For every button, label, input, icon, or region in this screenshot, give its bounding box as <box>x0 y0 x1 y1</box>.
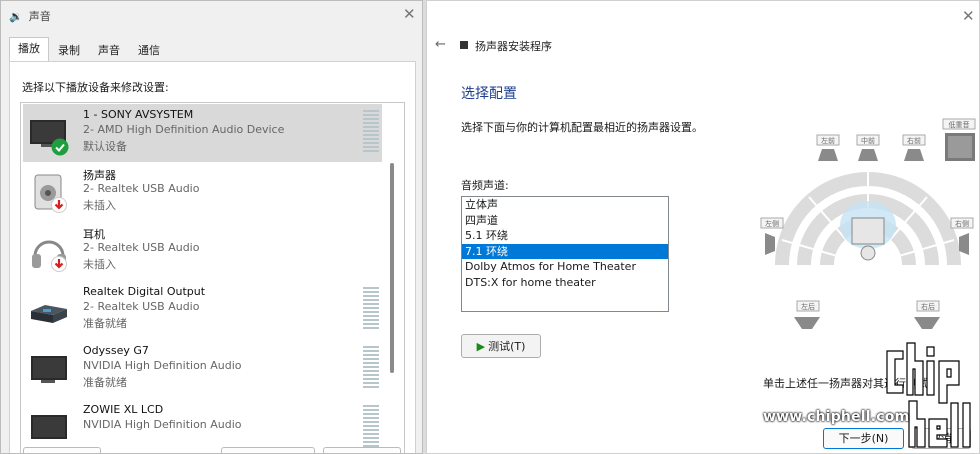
channel-listbox[interactable]: 立体声 四声道 5.1 环绕 7.1 环绕 Dolby Atmos for Ho… <box>461 196 669 312</box>
device-item-zowie[interactable]: ZOWIE XL LCD NVIDIA High Definition Audi… <box>23 399 382 453</box>
monitor-icon <box>31 415 67 439</box>
properties-button[interactable] <box>323 447 401 453</box>
label-subwoofer: 低重音 <box>949 120 970 129</box>
level-meter <box>363 405 379 449</box>
label-front-left: 左前 <box>821 136 835 145</box>
wizard-close-icon[interactable]: ✕ <box>962 9 975 24</box>
label-front-center: 中前 <box>861 136 875 145</box>
speaker-setup-icon <box>460 41 468 49</box>
digital-output-icon <box>31 305 67 323</box>
configure-button[interactable] <box>23 447 101 453</box>
channel-option-5-1[interactable]: 5.1 环绕 <box>462 228 668 244</box>
sound-tabs: 播放 录制 声音 通信 <box>9 37 169 61</box>
config-description: 选择下面与你的计算机配置最相近的扬声器设置。 <box>461 121 703 134</box>
channel-option-atmos[interactable]: Dolby Atmos for Home Theater <box>462 259 668 275</box>
monitor-icon <box>31 356 67 383</box>
device-item-headphones[interactable]: 耳机 2- Realtek USB Audio 未插入 <box>23 222 382 280</box>
device-item-speaker[interactable]: 扬声器 2- Realtek USB Audio 未插入 <box>23 163 382 221</box>
default-check-icon <box>51 138 69 156</box>
device-name: Odyssey G7 <box>83 344 149 357</box>
sound-dialog: 🔉 声音 ✕ 播放 录制 声音 通信 选择以下播放设备来修改设置: 1 - SO… <box>0 0 423 454</box>
speaker-layout-diagram: 左前 中前 右前 低重音 左侧 右侧 左后 右后 <box>760 118 976 329</box>
device-name: Realtek Digital Output <box>83 285 206 298</box>
device-status: 准备就绪 <box>83 376 127 389</box>
tab-recording[interactable]: 录制 <box>49 39 89 61</box>
device-driver: 2- Realtek USB Audio <box>83 241 200 254</box>
device-status: 未插入 <box>83 258 116 271</box>
device-item-digital-output[interactable]: Realtek Digital Output 2- Realtek USB Au… <box>23 281 382 339</box>
device-item-sony[interactable]: 1 - SONY AVSYSTEM 2- AMD High Definition… <box>23 104 382 162</box>
sound-titlebar: 🔉 声音 <box>1 1 422 31</box>
tab-sounds[interactable]: 声音 <box>89 39 129 61</box>
sound-close-icon[interactable]: ✕ <box>403 7 416 22</box>
back-arrow-icon[interactable]: ← <box>435 37 446 52</box>
device-name: 耳机 <box>83 228 105 241</box>
device-status: 未插入 <box>83 199 116 212</box>
channel-option-7-1[interactable]: 7.1 环绕 <box>462 243 668 260</box>
device-list-scrollbar[interactable] <box>390 163 394 373</box>
tab-playback[interactable]: 播放 <box>9 37 49 61</box>
device-item-odyssey[interactable]: Odyssey G7 NVIDIA High Definition Audio … <box>23 340 382 398</box>
unplugged-arrow-icon <box>51 256 67 272</box>
chiphell-watermark-logo <box>886 342 971 448</box>
channel-option-stereo[interactable]: 立体声 <box>462 197 668 213</box>
label-back-left: 左后 <box>801 302 815 311</box>
channel-option-dtsx[interactable]: DTS:X for home theater <box>462 275 668 291</box>
device-list[interactable]: 1 - SONY AVSYSTEM 2- AMD High Definition… <box>20 102 405 453</box>
channel-option-quad[interactable]: 四声道 <box>462 213 668 229</box>
playback-prompt: 选择以下播放设备来修改设置: <box>22 81 169 94</box>
device-driver: 2- Realtek USB Audio <box>83 300 200 313</box>
device-driver: 2- AMD High Definition Audio Device <box>83 123 285 136</box>
device-status: 默认设备 <box>83 140 127 153</box>
label-front-right: 右前 <box>907 136 921 145</box>
channels-label: 音频声道: <box>461 179 509 192</box>
speaker-setup-dialog: ✕ ← 扬声器安装程序 选择配置 选择下面与你的计算机配置最相近的扬声器设置。 … <box>426 0 980 454</box>
level-meter <box>363 287 379 331</box>
playback-panel: 选择以下播放设备来修改设置: 1 - SONY AVSYSTEM 2- AMD … <box>9 61 416 453</box>
listener-figure <box>851 217 885 261</box>
play-icon: ▶ <box>476 339 486 353</box>
level-meter <box>363 110 379 154</box>
unplugged-arrow-icon <box>51 197 67 213</box>
set-default-button[interactable] <box>221 447 315 453</box>
page-title: 选择配置 <box>461 86 517 102</box>
device-name: 扬声器 <box>83 169 116 182</box>
label-back-right: 右后 <box>921 302 935 311</box>
sound-window-title: 声音 <box>28 10 51 23</box>
test-button[interactable]: ▶ 测试(T) <box>461 334 541 358</box>
label-side-left: 左侧 <box>765 219 779 228</box>
label-side-right: 右侧 <box>955 219 969 228</box>
level-meter <box>363 346 379 390</box>
device-driver: NVIDIA High Definition Audio <box>83 418 242 431</box>
device-name: 1 - SONY AVSYSTEM <box>83 108 194 121</box>
test-button-label: 测试(T) <box>488 340 526 353</box>
tab-communications[interactable]: 通信 <box>129 39 169 61</box>
sound-app-icon: 🔉 <box>9 9 23 23</box>
device-driver: 2- Realtek USB Audio <box>83 182 200 195</box>
wizard-header: 扬声器安装程序 <box>475 40 552 53</box>
device-status: 准备就绪 <box>83 317 127 330</box>
watermark-text: www.chiphell.com <box>763 409 910 425</box>
device-driver: NVIDIA High Definition Audio <box>83 359 242 372</box>
device-name: ZOWIE XL LCD <box>83 403 164 416</box>
